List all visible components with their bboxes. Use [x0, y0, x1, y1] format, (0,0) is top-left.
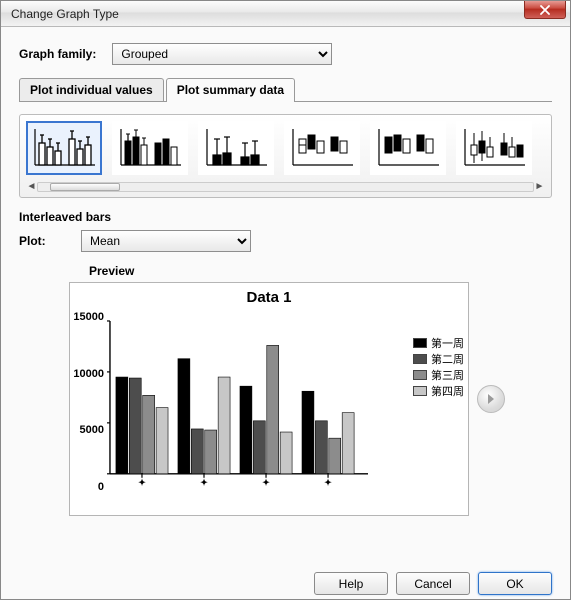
legend-item: 第三周 — [413, 367, 464, 383]
graph-family-select[interactable]: Grouped — [112, 43, 332, 65]
dialog-content: Graph family: Grouped Plot individual va… — [1, 27, 570, 599]
legend-label: 第一周 — [431, 335, 464, 351]
legend-item: 第四周 — [413, 383, 464, 399]
preview-label: Preview — [89, 264, 552, 278]
graph-family-label: Graph family: — [19, 47, 96, 61]
chart-type-box-whisker-3[interactable] — [456, 121, 532, 175]
chart-subtype-label: Interleaved bars — [19, 210, 552, 224]
legend-item: 第二周 — [413, 351, 464, 367]
window-title: Change Graph Type — [11, 7, 119, 21]
y-tick-label: 10000 — [70, 368, 104, 380]
svg-text:✦: ✦ — [138, 478, 146, 486]
chart-type-gallery: ◄ ► — [19, 114, 552, 198]
chart-legend: 第一周第二周第三周第四周 — [413, 335, 464, 399]
chart-plot-area: ✦ ✦ ✦ ✦ — [106, 317, 372, 486]
plot-stat-select[interactable]: Mean — [81, 230, 251, 252]
legend-swatch — [413, 370, 427, 380]
scroll-left-arrow-icon[interactable]: ◄ — [26, 180, 37, 194]
dialog-buttons: Help Cancel OK — [314, 572, 552, 595]
y-tick-label: 0 — [70, 481, 104, 493]
chart-type-filled-bars[interactable] — [112, 121, 188, 175]
y-axis-ticks: 050001000015000 — [70, 317, 106, 485]
tab-plot-individual-values[interactable]: Plot individual values — [19, 78, 164, 101]
cancel-button[interactable]: Cancel — [396, 572, 470, 595]
ok-button[interactable]: OK — [478, 572, 552, 595]
legend-label: 第二周 — [431, 351, 464, 367]
svg-text:✦: ✦ — [200, 478, 208, 486]
svg-text:✦: ✦ — [262, 478, 270, 486]
chart-type-box-whisker-1[interactable] — [284, 121, 360, 175]
chart-type-superimposed-bars[interactable] — [198, 121, 274, 175]
gallery-scrollbar[interactable]: ◄ ► — [26, 179, 545, 195]
tab-plot-summary-data[interactable]: Plot summary data — [166, 78, 295, 102]
legend-swatch — [413, 386, 427, 396]
scroll-right-arrow-icon[interactable]: ► — [534, 180, 545, 194]
close-button[interactable] — [524, 1, 566, 19]
plot-stat-label: Plot: — [19, 234, 65, 248]
legend-swatch — [413, 338, 427, 348]
legend-item: 第一周 — [413, 335, 464, 351]
chart-type-box-whisker-2[interactable] — [370, 121, 446, 175]
scroll-track[interactable] — [37, 182, 534, 192]
legend-label: 第三周 — [431, 367, 464, 383]
tabstrip: Plot individual values Plot summary data — [19, 77, 552, 102]
legend-swatch — [413, 354, 427, 364]
chevron-right-icon — [485, 393, 497, 405]
scroll-handle[interactable] — [50, 183, 120, 191]
dialog-window: Change Graph Type Graph family: Grouped … — [0, 0, 571, 600]
preview-chart: Data 1 0 5000 10000 15000 ✦ ✦ ✦ ✦ 第一周第二周第三周第四周 — [69, 282, 469, 516]
legend-label: 第四周 — [431, 383, 464, 399]
svg-text:✦: ✦ — [324, 478, 332, 486]
close-icon — [540, 5, 550, 15]
help-button[interactable]: Help — [314, 572, 388, 595]
chart-title: Data 1 — [70, 289, 468, 306]
y-tick-label: 15000 — [70, 311, 104, 323]
titlebar: Change Graph Type — [1, 1, 570, 27]
chart-type-interleaved-bars[interactable] — [26, 121, 102, 175]
plot-stat-row: Plot: Mean — [19, 230, 552, 252]
graph-family-row: Graph family: Grouped — [19, 43, 552, 65]
preview-next-button[interactable] — [477, 385, 505, 413]
y-tick-label: 5000 — [70, 424, 104, 436]
